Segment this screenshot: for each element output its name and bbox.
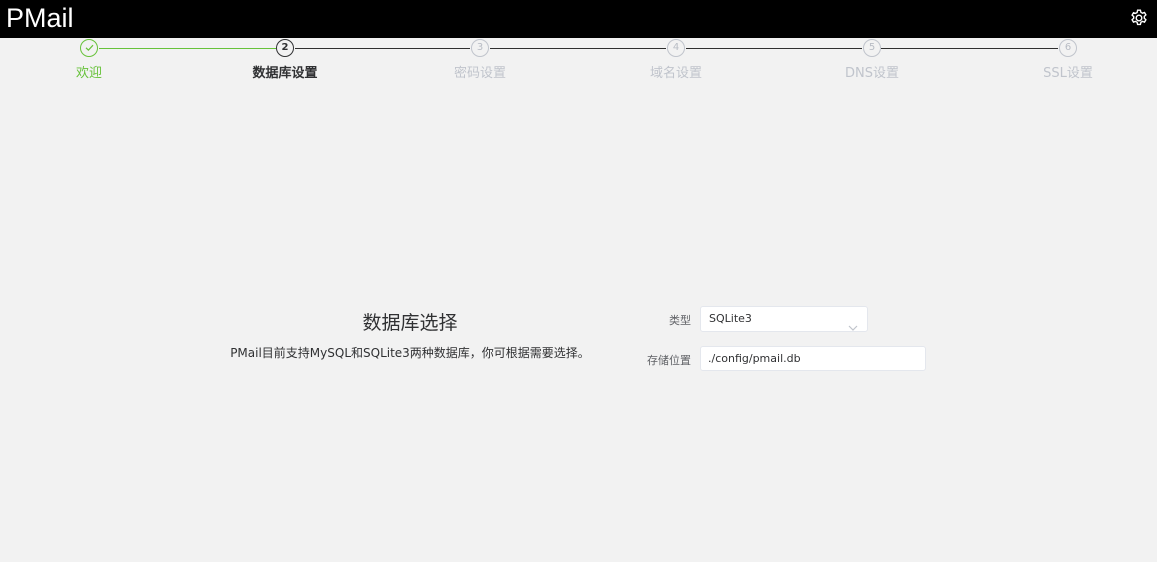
step-title: DNS设置	[845, 66, 899, 81]
step-title: 欢迎	[75, 66, 102, 81]
step-ssl: 6 SSL设置	[998, 38, 1138, 98]
storage-path-input[interactable]	[700, 346, 926, 371]
step-dns: 5 DNS设置	[802, 38, 942, 98]
gear-icon[interactable]	[1129, 8, 1149, 28]
step-welcome: 欢迎	[19, 38, 159, 98]
check-icon	[80, 39, 98, 57]
step-title: 域名设置	[649, 66, 702, 81]
step-title: 数据库设置	[252, 66, 318, 81]
step-number: 2	[276, 39, 294, 57]
top-bar: PMail	[0, 0, 1157, 38]
step-number: 6	[1059, 39, 1077, 57]
database-section-title: 数据库选择	[362, 312, 458, 334]
setup-steps: 欢迎 2 数据库设置 3 密码设置 4 域名设置 5 DNS设置 6 SSL设置	[0, 38, 1157, 98]
database-type-select[interactable]: SQLite3	[700, 306, 868, 332]
step-number: 3	[471, 39, 489, 57]
chevron-down-icon	[848, 316, 858, 331]
path-label: 存储位置	[647, 354, 691, 367]
app-title: PMail	[6, 3, 74, 33]
step-number: 4	[667, 39, 685, 57]
database-type-value: SQLite3	[709, 312, 752, 325]
type-label: 类型	[669, 314, 691, 327]
step-title: 密码设置	[453, 66, 506, 81]
step-number: 5	[863, 39, 881, 57]
step-database: 2 数据库设置	[215, 38, 355, 98]
step-password: 3 密码设置	[410, 38, 550, 98]
step-domain: 4 域名设置	[606, 38, 746, 98]
step-title: SSL设置	[1043, 66, 1093, 81]
database-section-description: PMail目前支持MySQL和SQLite3两种数据库，你可根据需要选择。	[230, 346, 590, 360]
